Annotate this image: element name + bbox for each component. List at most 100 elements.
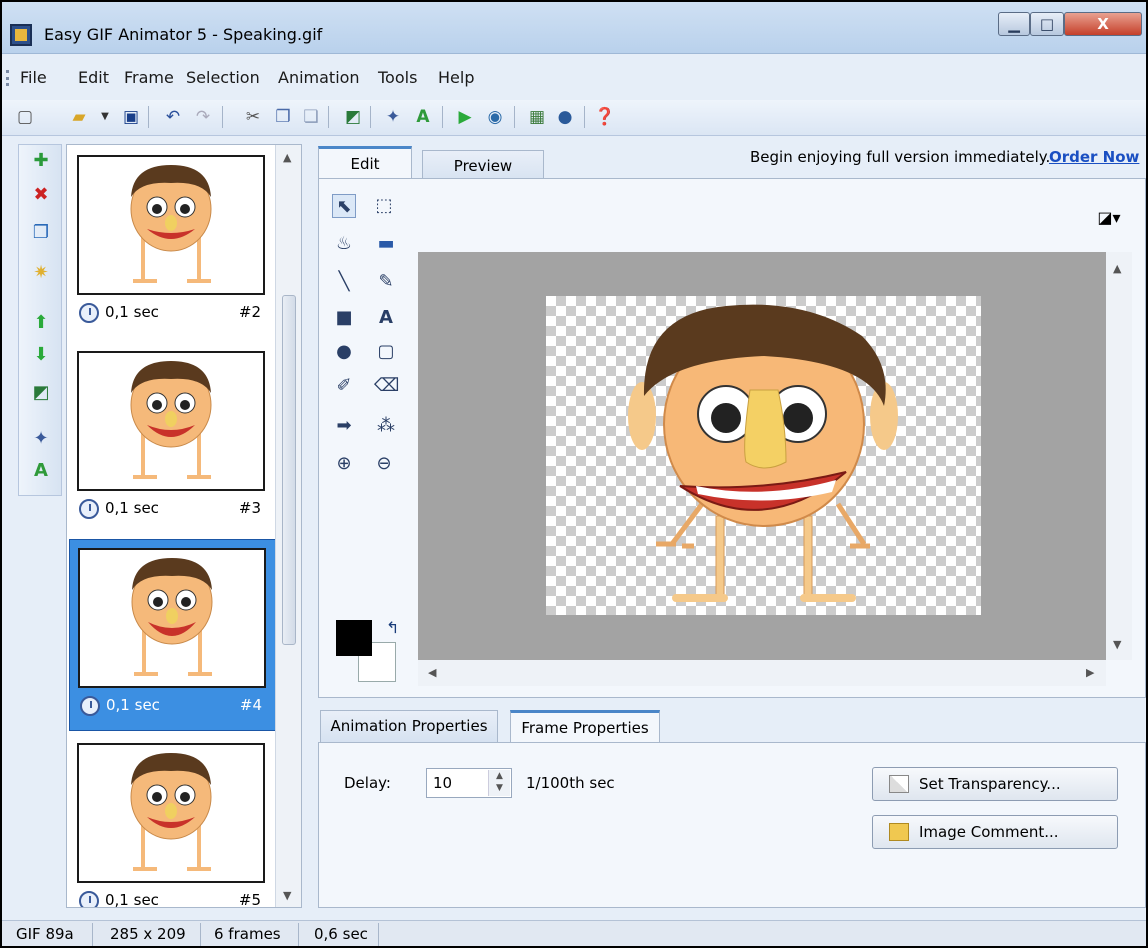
frame-item-5[interactable]: 0,1 sec #5 [69, 735, 277, 907]
frame-number: #4 [239, 696, 262, 714]
fill-icon[interactable]: ♨ [332, 232, 356, 256]
clock-icon [80, 696, 100, 716]
scroll-left-icon[interactable]: ◀ [428, 666, 436, 679]
menu-tools[interactable]: Tools [378, 68, 417, 87]
maximize-button[interactable]: □ [1030, 12, 1064, 36]
duplicate-frame-icon[interactable]: ❐ [29, 221, 53, 245]
menu-file[interactable]: File [20, 68, 47, 87]
play-icon[interactable]: ▶ [454, 106, 476, 128]
insert-frame-icon[interactable]: ✷ [29, 261, 53, 285]
wizard-icon[interactable]: ✦ [382, 106, 404, 128]
save-icon[interactable]: ▣ [120, 106, 142, 128]
scroll-right-icon[interactable]: ▶ [1086, 666, 1094, 679]
rect-select-icon[interactable]: ⬚ [372, 194, 396, 218]
scroll-up-icon[interactable]: ▲ [283, 151, 291, 164]
frame-list-scrollbar[interactable]: ▲ ▼ [275, 145, 301, 907]
menu-help[interactable]: Help [438, 68, 474, 87]
scroll-thumb[interactable] [282, 295, 296, 645]
image-comment-label: Image Comment... [919, 823, 1059, 841]
set-transparency-button[interactable]: Set Transparency... [872, 767, 1118, 801]
move-down-icon[interactable]: ⬇ [29, 343, 53, 367]
order-now-link[interactable]: Order Now [1049, 148, 1139, 166]
app-window: Easy GIF Animator 5 - Speaking.gif ▁ □ X… [0, 0, 1148, 948]
export-icon[interactable]: ▦ [526, 106, 548, 128]
canvas-horizontal-scrollbar[interactable]: ◀ ▶ [418, 660, 1106, 686]
scroll-down-icon[interactable]: ▼ [1113, 638, 1121, 651]
tab-animation-properties[interactable]: Animation Properties [320, 710, 498, 742]
dropdown-icon[interactable]: ▼ [94, 106, 116, 128]
spray-icon[interactable]: ⁂ [374, 414, 398, 438]
copy-icon[interactable]: ❐ [272, 106, 294, 128]
scroll-down-icon[interactable]: ▼ [283, 889, 291, 902]
clock-icon [79, 303, 99, 323]
scroll-up-icon[interactable]: ▲ [1113, 262, 1121, 275]
zoom-in-icon[interactable]: ⊕ [332, 452, 356, 476]
ellipse-icon[interactable]: ● [332, 340, 356, 364]
frame-item-3[interactable]: 0,1 sec #3 [69, 343, 277, 535]
frame-number: #2 [238, 303, 261, 321]
delete-frame-icon[interactable]: ✖ [29, 183, 53, 207]
app-logo-icon [10, 24, 32, 46]
menu-edit[interactable]: Edit [78, 68, 109, 87]
line-icon[interactable]: ╲ [332, 270, 356, 294]
open-icon[interactable]: ▰ [68, 106, 90, 128]
eyedropper-icon[interactable]: ✐ [332, 374, 356, 398]
tab-edit[interactable]: Edit [318, 146, 412, 178]
menubar-grip [6, 70, 9, 86]
import-icon[interactable]: ➡ [332, 414, 356, 438]
frame-delay: 0,1 sec [105, 303, 159, 321]
eraser-icon[interactable]: ⌫ [374, 374, 399, 398]
new-icon[interactable]: ▢ [14, 106, 36, 128]
text-icon[interactable]: A [412, 106, 434, 128]
frame-item-4[interactable]: 0,1 sec #4 [69, 539, 277, 731]
text-tool-icon[interactable]: A [374, 306, 398, 330]
frame-list: 0,1 sec #2 0,1 sec #3 0,1 sec #4 0,1 sec… [66, 144, 302, 908]
redo-icon[interactable]: ↷ [192, 106, 214, 128]
menu-animation[interactable]: Animation [278, 68, 360, 87]
rectangle-icon[interactable]: ■ [332, 306, 356, 330]
move-up-icon[interactable]: ⬆ [29, 311, 53, 335]
minimize-button[interactable]: ▁ [998, 12, 1030, 36]
pointer-icon[interactable]: ⬉ [332, 194, 356, 218]
tab-frame-properties[interactable]: Frame Properties [510, 710, 660, 742]
help-icon[interactable]: ❓ [594, 106, 616, 128]
image-canvas[interactable] [546, 296, 981, 615]
foreground-color-swatch[interactable] [336, 620, 372, 656]
add-frame-icon[interactable]: ✚ [29, 149, 53, 173]
close-button[interactable]: X [1064, 12, 1142, 36]
image-comment-button[interactable]: Image Comment... [872, 815, 1118, 849]
frame-info: 0,1 sec #5 [77, 889, 267, 907]
undo-icon[interactable]: ↶ [162, 106, 184, 128]
effects-icon[interactable]: ✦ [29, 427, 53, 451]
comment-icon [889, 823, 909, 841]
text-banner-icon[interactable]: A [29, 459, 53, 483]
swap-colors-icon[interactable]: ↰ [386, 618, 399, 637]
menu-frame[interactable]: Frame [124, 68, 174, 87]
delay-spinner[interactable]: ▲ ▼ [488, 770, 510, 796]
frame-delay: 0,1 sec [106, 696, 160, 714]
resize-frame-icon[interactable]: ◩ [29, 381, 53, 405]
menu-selection[interactable]: Selection [186, 68, 260, 87]
resize-icon[interactable]: ◩ [342, 106, 364, 128]
set-transparency-label: Set Transparency... [919, 775, 1061, 793]
frame-delay: 0,1 sec [105, 499, 159, 517]
preview-browser-icon[interactable]: ◉ [484, 106, 506, 128]
clock-icon [79, 499, 99, 519]
zoom-icon[interactable]: ● [554, 106, 576, 128]
canvas-vertical-scrollbar[interactable]: ▲ ▼ [1106, 252, 1132, 660]
gradient-icon[interactable]: ▬ [374, 232, 398, 256]
status-duration: 0,6 sec [314, 925, 368, 943]
status-bar: GIF 89a 285 x 209 6 frames 0,6 sec [2, 920, 1146, 946]
frame-info: 0,1 sec #2 [77, 301, 267, 325]
status-size: 285 x 209 [110, 925, 186, 943]
frame-item-2[interactable]: 0,1 sec #2 [69, 147, 277, 339]
zoom-out-icon[interactable]: ⊖ [372, 452, 396, 476]
cut-icon[interactable]: ✂ [242, 106, 264, 128]
paste-icon[interactable]: ❏ [300, 106, 322, 128]
status-format: GIF 89a [16, 925, 74, 943]
frame-thumbnail [77, 743, 265, 883]
brush-icon[interactable]: ✎ [374, 270, 398, 294]
rounded-rect-icon[interactable]: ▢ [374, 340, 398, 364]
image-options-icon[interactable]: ◪▾ [1084, 204, 1134, 232]
promo-text: Begin enjoying full version immediately. [750, 148, 1051, 166]
